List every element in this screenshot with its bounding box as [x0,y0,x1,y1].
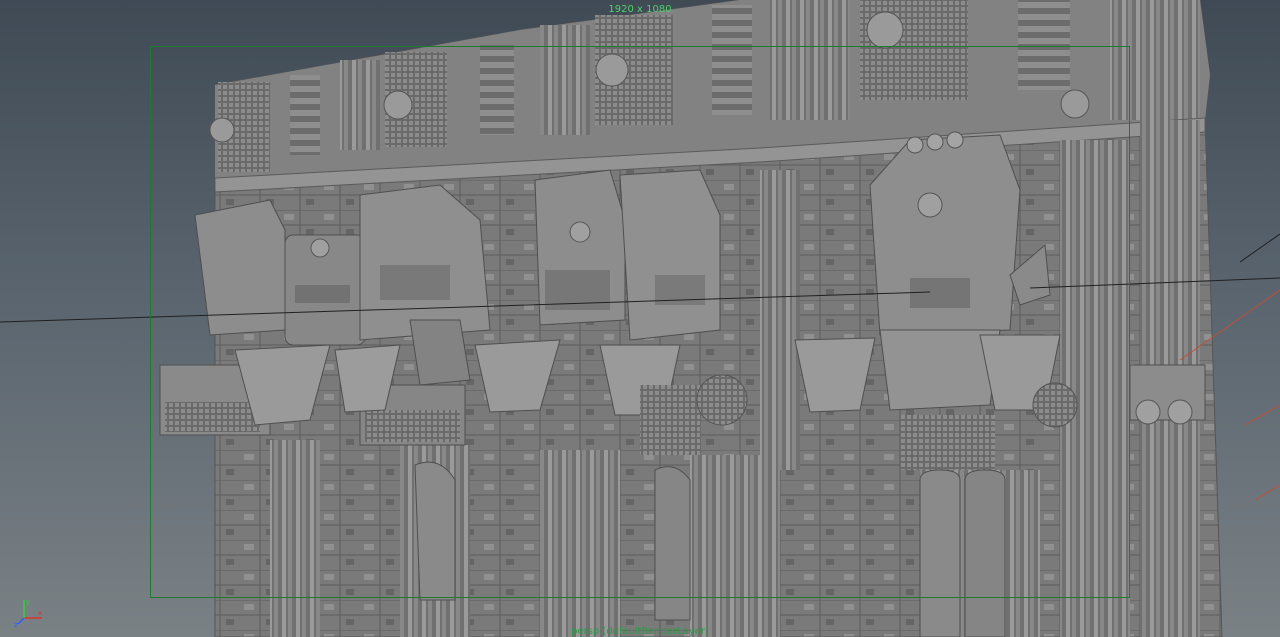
pipe-block [540,25,590,135]
pipe-column [690,455,780,637]
round-tank [209,117,235,143]
3d-viewport[interactable]: 1920 x 1080 persp (defaultRenderLayer) x… [0,0,1280,637]
pipe-block [770,0,850,120]
round-vent [696,374,748,426]
round-vent [1032,382,1078,428]
guide-line [1239,233,1280,263]
pipe-column [270,440,320,637]
stripe-block [712,5,752,115]
stripe-block [480,45,514,135]
axis-y-label: y [26,598,30,606]
trunk-pipe [964,469,1006,637]
stripe-block [290,75,320,155]
resolution-label: 1920 x 1080 [608,4,672,15]
axis-gizmo: x y z [14,598,42,628]
stripe-block [1018,0,1070,90]
trunk-pipe [414,461,456,601]
round-tank [866,11,904,49]
round-tank [1060,89,1090,119]
pipe-column [1060,140,1130,637]
pipe-column [540,450,620,637]
trunk-pipe [654,466,691,621]
pipe-block [340,60,380,150]
round-tank [595,53,629,87]
axis-x-label: x [38,609,42,617]
axis-z-label: z [14,621,18,628]
light-ray [1254,484,1280,501]
trunk-pipe [919,469,961,637]
round-tank [383,90,413,120]
camera-label: persp (defaultRenderLayer) [571,626,709,637]
light-ray [1244,404,1280,426]
pipe-block [1110,0,1200,120]
kitbash-wall-model[interactable] [0,0,1280,637]
pipe-column [760,170,800,470]
